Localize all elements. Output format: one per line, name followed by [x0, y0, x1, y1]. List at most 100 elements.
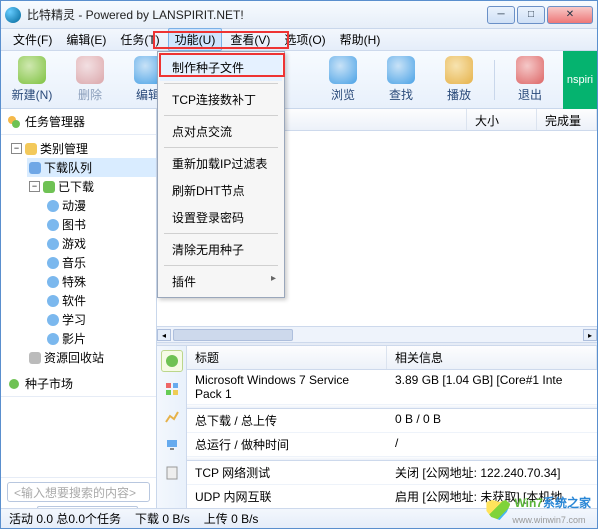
scroll-right-arrow[interactable]: ▸ — [583, 329, 597, 341]
maximize-button[interactable]: □ — [517, 6, 545, 24]
search-label: 搜索 — [7, 507, 31, 509]
sidebar: 任务管理器 − 类别管理 下载队列 − 已下载 — [1, 109, 157, 508]
recycle-label: 资源回收站 — [44, 349, 104, 366]
toolbar-play[interactable]: 播放 — [436, 56, 482, 103]
highlight-menu — [153, 31, 289, 49]
queue-icon — [29, 162, 41, 174]
menu-item-6[interactable]: 清除无用种子 — [160, 236, 282, 263]
search-input[interactable]: <输入想要搜索的内容> — [7, 482, 150, 502]
tree-recycle[interactable]: 资源回收站 — [27, 348, 156, 367]
scroll-left-arrow[interactable]: ◂ — [157, 329, 171, 341]
tab-peers[interactable] — [161, 378, 183, 400]
toolbar-exit[interactable]: 退出 — [507, 56, 553, 103]
task-manager-icon — [7, 115, 21, 129]
info-row: Microsoft Windows 7 Service Pack 1 3.89 … — [187, 370, 597, 405]
tab-log[interactable] — [161, 462, 183, 484]
menu-item-1[interactable]: TCP连接数补丁 — [160, 86, 282, 113]
info-value: 0 B / 0 B — [387, 409, 597, 432]
tree-cat-4[interactable]: 特殊 — [45, 272, 156, 291]
info-header: 标题 相关信息 — [187, 346, 597, 370]
seed-market-header[interactable]: 种子市场 — [1, 371, 156, 397]
toolbar: 新建(N) 删除 编辑 浏览 查找 播放 退出 — [1, 51, 597, 109]
info-col-detail[interactable]: 相关信息 — [387, 346, 597, 369]
scroll-thumb[interactable] — [173, 329, 293, 341]
tree-cat-6[interactable]: 学习 — [45, 310, 156, 329]
log-icon — [165, 466, 179, 480]
dot-icon — [47, 219, 59, 231]
cat-label: 游戏 — [62, 235, 86, 252]
info-value: 启用 [公网地址: 未获取] [本机地 — [387, 485, 597, 508]
toolbar-new-label: 新建(N) — [12, 86, 53, 103]
info-col-title[interactable]: 标题 — [187, 346, 387, 369]
menu-item-4[interactable]: 刷新DHT节点 — [160, 177, 282, 204]
cat-label: 动漫 — [62, 197, 86, 214]
tree-category-root[interactable]: − 类别管理 — [9, 139, 156, 158]
task-manager-label: 任务管理器 — [25, 113, 85, 130]
new-icon — [18, 56, 46, 84]
browse-icon — [329, 56, 357, 84]
collapse-icon[interactable]: − — [11, 143, 22, 154]
collapse-icon[interactable]: − — [29, 181, 40, 192]
chart-icon — [165, 410, 179, 424]
tree-download-queue[interactable]: 下载队列 — [27, 158, 156, 177]
info-value: 3.89 GB [1.04 GB] [Core#1 Inte — [387, 370, 597, 404]
titlebar: 比特精灵 - Powered by LANSPIRIT.NET! ─ □ ✕ — [1, 1, 597, 29]
download-queue-label: 下载队列 — [44, 159, 92, 176]
menu-help[interactable]: 帮助(H) — [334, 29, 387, 50]
col-complete[interactable]: 完成量 — [537, 109, 597, 130]
downloaded-label: 已下载 — [58, 178, 94, 195]
toolbar-new[interactable]: 新建(N) — [9, 56, 55, 103]
tab-general[interactable] — [161, 350, 183, 372]
exit-icon — [516, 56, 544, 84]
tree-cat-7[interactable]: 影片 — [45, 329, 156, 348]
info-row: TCP 网络测试 关闭 [公网地址: 122.240.70.34] — [187, 461, 597, 485]
highlight-menuitem — [159, 53, 285, 77]
tab-network[interactable] — [161, 434, 183, 456]
cat-label: 图书 — [62, 216, 86, 233]
tree-cat-5[interactable]: 软件 — [45, 291, 156, 310]
dot-icon — [47, 200, 59, 212]
list-h-scrollbar[interactable]: ◂ ▸ — [157, 326, 597, 342]
status-upload: 上传 0 B/s — [204, 510, 259, 527]
info-row: UDP 内网互联 启用 [公网地址: 未获取] [本机地 — [187, 485, 597, 508]
cat-label: 音乐 — [62, 254, 86, 271]
tree-cat-1[interactable]: 图书 — [45, 215, 156, 234]
info-value: / — [387, 433, 597, 456]
tree-cat-0[interactable]: 动漫 — [45, 196, 156, 215]
menu-file[interactable]: 文件(F) — [7, 29, 58, 50]
play-icon — [445, 56, 473, 84]
info-title: 总下载 / 总上传 — [187, 409, 387, 432]
menu-item-5[interactable]: 设置登录密码 — [160, 204, 282, 231]
tree-cat-3[interactable]: 音乐 — [45, 253, 156, 272]
tree-downloaded[interactable]: − 已下载 — [27, 177, 156, 196]
cat-label: 特殊 — [62, 273, 86, 290]
menu-edit[interactable]: 编辑(E) — [60, 29, 112, 50]
tab-chart[interactable] — [161, 406, 183, 428]
info-row: 总运行 / 做种时间 / — [187, 433, 597, 457]
task-manager-header[interactable]: 任务管理器 — [1, 109, 156, 135]
tree-cat-2[interactable]: 游戏 — [45, 234, 156, 253]
info-value: 关闭 [公网地址: 122.240.70.34] — [387, 461, 597, 484]
dot-icon — [47, 295, 59, 307]
menubar: 文件(F) 编辑(E) 任务(T) 功能(U) 查看(V) 选项(O) 帮助(H… — [1, 29, 597, 51]
toolbar-find-label: 查找 — [389, 86, 413, 103]
toolbar-find[interactable]: 查找 — [378, 56, 424, 103]
menu-item-2[interactable]: 点对点交流 — [160, 118, 282, 145]
window-buttons: ─ □ ✕ — [487, 6, 593, 24]
close-button[interactable]: ✕ — [547, 6, 593, 24]
search-engine-select[interactable] — [37, 506, 138, 508]
info-title: 总运行 / 做种时间 — [187, 433, 387, 456]
info-title: TCP 网络测试 — [187, 461, 387, 484]
category-root-label: 类别管理 — [40, 140, 88, 157]
cat-label: 影片 — [62, 330, 86, 347]
toolbar-browse[interactable]: 浏览 — [320, 56, 366, 103]
toolbar-delete[interactable]: 删除 — [67, 56, 113, 103]
status-tasks: 活动 0.0 总0.0个任务 — [9, 510, 121, 527]
dot-icon — [47, 276, 59, 288]
menu-item-3[interactable]: 重新加载IP过滤表 — [160, 150, 282, 177]
menu-item-7[interactable]: 插件 — [160, 268, 282, 295]
dot-icon — [47, 333, 59, 345]
minimize-button[interactable]: ─ — [487, 6, 515, 24]
nspirit-banner: nspiri — [563, 51, 597, 109]
col-size[interactable]: 大小 — [467, 109, 537, 130]
